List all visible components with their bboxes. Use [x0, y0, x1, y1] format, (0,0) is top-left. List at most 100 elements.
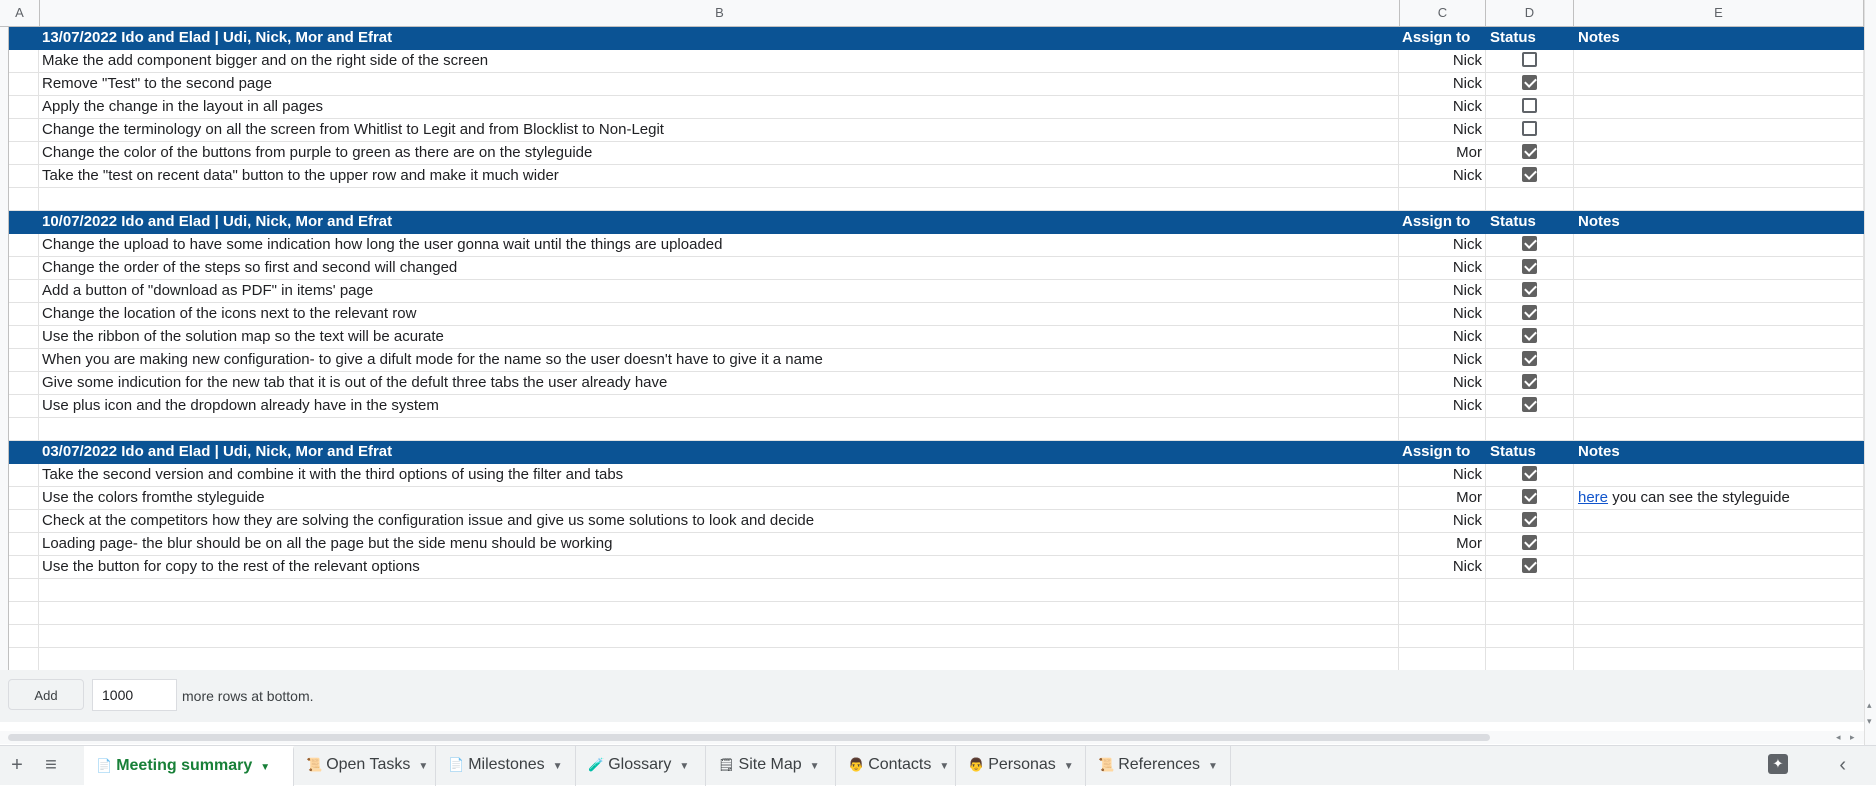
checkbox-checked[interactable]: [1522, 558, 1537, 574]
assignee-cell[interactable]: Nick: [1399, 395, 1486, 417]
column-header-d[interactable]: D: [1486, 0, 1574, 26]
task-cell[interactable]: When you are making new configuration- t…: [39, 349, 1399, 371]
cell-a[interactable]: [9, 326, 39, 348]
cell-a[interactable]: [9, 50, 39, 72]
cell-a[interactable]: [9, 487, 39, 509]
chevron-down-icon[interactable]: ▼: [939, 761, 949, 772]
empty-cell[interactable]: [9, 188, 39, 210]
empty-cell[interactable]: [9, 602, 39, 624]
notes-cell[interactable]: [1574, 257, 1864, 279]
section-header-row[interactable]: 10/07/2022 Ido and Elad | Udi, Nick, Mor…: [9, 211, 1864, 234]
empty-cell[interactable]: [1399, 602, 1486, 624]
empty-row[interactable]: [9, 648, 1864, 671]
notes-cell[interactable]: [1574, 96, 1864, 118]
empty-cell[interactable]: [39, 418, 1399, 440]
status-cell[interactable]: [1486, 119, 1574, 141]
status-cell[interactable]: [1486, 487, 1574, 509]
empty-cell[interactable]: [1574, 602, 1864, 624]
empty-cell[interactable]: [1574, 579, 1864, 601]
sheet-tab-contacts[interactable]: 👨 Contacts ▼: [836, 746, 956, 786]
status-cell[interactable]: [1486, 510, 1574, 532]
checkbox-unchecked[interactable]: [1522, 121, 1537, 137]
cell-a[interactable]: [9, 349, 39, 371]
section-title[interactable]: 13/07/2022 Ido and Elad | Udi, Nick, Mor…: [39, 27, 1399, 49]
styleguide-link[interactable]: here: [1578, 489, 1608, 506]
notes-cell[interactable]: [1574, 326, 1864, 348]
status-cell[interactable]: [1486, 395, 1574, 417]
notes-cell[interactable]: [1574, 464, 1864, 486]
sheet-tab-glossary[interactable]: 🧪 Glossary ▼: [576, 746, 706, 786]
status-cell[interactable]: [1486, 142, 1574, 164]
checkbox-checked[interactable]: [1522, 512, 1537, 528]
task-cell[interactable]: Use plus icon and the dropdown already h…: [39, 395, 1399, 417]
assignee-cell[interactable]: Nick: [1399, 556, 1486, 578]
assignee-cell[interactable]: Nick: [1399, 119, 1486, 141]
horizontal-scrollbar[interactable]: ◂ ▸: [0, 731, 1864, 744]
cell-a[interactable]: [9, 510, 39, 532]
task-cell[interactable]: Take the second version and combine it w…: [39, 464, 1399, 486]
notes-cell[interactable]: [1574, 556, 1864, 578]
empty-cell[interactable]: [39, 602, 1399, 624]
assignee-cell[interactable]: Nick: [1399, 349, 1486, 371]
table-row[interactable]: Use the colors fromthe styleguide Mor here…: [9, 487, 1864, 510]
status-cell[interactable]: [1486, 372, 1574, 394]
empty-cell[interactable]: [1574, 625, 1864, 647]
cell-a[interactable]: [9, 303, 39, 325]
notes-cell[interactable]: [1574, 142, 1864, 164]
table-row[interactable]: Use the ribbon of the solution map so th…: [9, 326, 1864, 349]
assignee-cell[interactable]: Mor: [1399, 142, 1486, 164]
chevron-down-icon[interactable]: ▼: [679, 761, 689, 772]
status-cell[interactable]: [1486, 50, 1574, 72]
column-header-b[interactable]: B: [40, 0, 1400, 26]
sheet-tab-site-map[interactable]: 🗒 Site Map ▼: [706, 746, 836, 786]
status-header[interactable]: Status: [1486, 441, 1574, 463]
table-row[interactable]: Add a button of "download as PDF" in ite…: [9, 280, 1864, 303]
checkbox-checked[interactable]: [1522, 167, 1537, 183]
notes-cell[interactable]: [1574, 349, 1864, 371]
task-cell[interactable]: Make the add component bigger and on the…: [39, 50, 1399, 72]
checkbox-unchecked[interactable]: [1522, 52, 1537, 68]
empty-row[interactable]: [9, 188, 1864, 211]
notes-cell[interactable]: [1574, 303, 1864, 325]
checkbox-checked[interactable]: [1522, 236, 1537, 252]
status-cell[interactable]: [1486, 349, 1574, 371]
notes-header[interactable]: Notes: [1574, 211, 1864, 233]
empty-cell[interactable]: [9, 648, 39, 670]
assignee-cell[interactable]: Nick: [1399, 96, 1486, 118]
notes-cell[interactable]: here you can see the styleguide: [1574, 487, 1864, 509]
cell-a[interactable]: [9, 142, 39, 164]
checkbox-checked[interactable]: [1522, 282, 1537, 298]
chevron-down-icon[interactable]: ▼: [1208, 761, 1218, 772]
table-row[interactable]: Change the order of the steps so first a…: [9, 257, 1864, 280]
cell-a[interactable]: [9, 165, 39, 187]
notes-header[interactable]: Notes: [1574, 27, 1864, 49]
empty-row[interactable]: [9, 579, 1864, 602]
empty-cell[interactable]: [39, 188, 1399, 210]
scroll-up-icon[interactable]: ▴: [1867, 700, 1872, 711]
section-title[interactable]: 03/07/2022 Ido and Elad | Udi, Nick, Mor…: [39, 441, 1399, 463]
status-cell[interactable]: [1486, 73, 1574, 95]
notes-cell[interactable]: [1574, 510, 1864, 532]
checkbox-checked[interactable]: [1522, 535, 1537, 551]
status-cell[interactable]: [1486, 165, 1574, 187]
empty-row[interactable]: [9, 625, 1864, 648]
scroll-left-icon[interactable]: ◂: [1836, 732, 1841, 743]
column-header-a[interactable]: A: [0, 0, 40, 26]
empty-cell[interactable]: [1399, 579, 1486, 601]
table-row[interactable]: Change the location of the icons next to…: [9, 303, 1864, 326]
chevron-down-icon[interactable]: ▼: [553, 761, 563, 772]
table-row[interactable]: Take the second version and combine it w…: [9, 464, 1864, 487]
empty-cell[interactable]: [1399, 188, 1486, 210]
table-row[interactable]: Give some indicution for the new tab tha…: [9, 372, 1864, 395]
cell-a[interactable]: [9, 395, 39, 417]
assignee-cell[interactable]: Nick: [1399, 257, 1486, 279]
cell-a[interactable]: [9, 533, 39, 555]
checkbox-checked[interactable]: [1522, 75, 1537, 91]
cell-a[interactable]: [9, 73, 39, 95]
task-cell[interactable]: Use the ribbon of the solution map so th…: [39, 326, 1399, 348]
task-cell[interactable]: Change the color of the buttons from pur…: [39, 142, 1399, 164]
task-cell[interactable]: Check at the competitors how they are so…: [39, 510, 1399, 532]
notes-cell[interactable]: [1574, 73, 1864, 95]
cell-a[interactable]: [9, 280, 39, 302]
notes-cell[interactable]: [1574, 533, 1864, 555]
